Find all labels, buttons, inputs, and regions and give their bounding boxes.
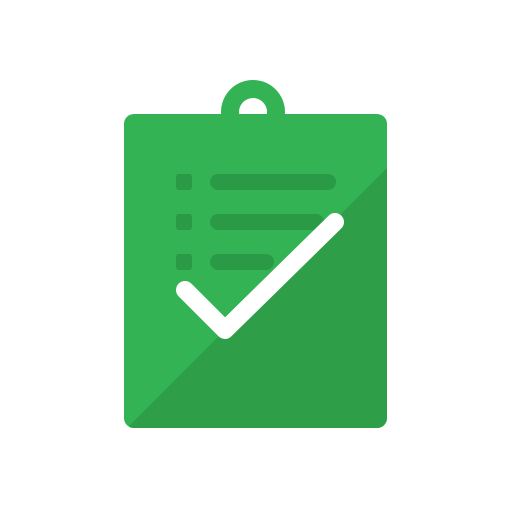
app-icon-canvas <box>0 0 512 512</box>
list-bullet <box>176 214 192 230</box>
clipboard-board <box>124 114 387 428</box>
list-line <box>210 214 324 230</box>
list-line <box>210 254 274 270</box>
list-bullet <box>176 254 192 270</box>
list-bullet <box>176 174 192 190</box>
list-line <box>210 174 336 190</box>
checklist-row <box>176 254 274 270</box>
clipboard-checklist-icon <box>124 80 387 428</box>
